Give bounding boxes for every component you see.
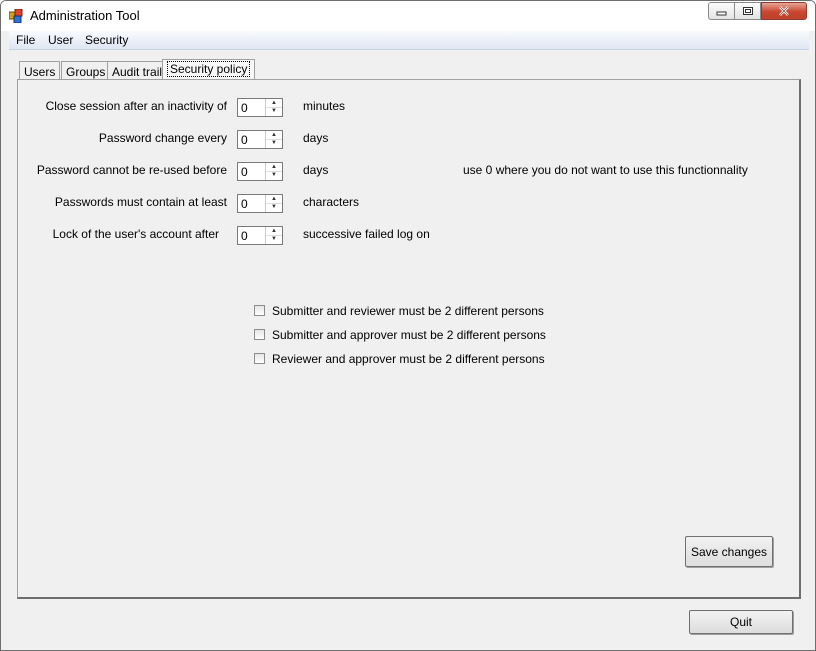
spin-down-icon[interactable]: ▼ <box>266 235 282 243</box>
tab-users[interactable]: Users <box>19 61 61 79</box>
app-icon <box>9 9 23 23</box>
minimize-button[interactable] <box>708 2 735 20</box>
main-area: Users Groups Audit trail Security policy… <box>9 50 809 643</box>
checkbox-label[interactable]: Reviewer and approver must be 2 differen… <box>272 352 545 366</box>
inactivity-unit: minutes <box>303 99 346 113</box>
password-reuse-label: Password cannot be re-used before <box>36 163 227 177</box>
spinner-value: 0 <box>241 133 248 147</box>
tab-groups[interactable]: Groups <box>61 61 111 79</box>
maximize-button[interactable] <box>734 2 761 20</box>
spin-down-icon[interactable]: ▼ <box>266 171 282 179</box>
maximize-icon <box>742 7 753 15</box>
tab-label: Users <box>24 65 56 79</box>
spinner-value: 0 <box>241 165 248 179</box>
app-window: Administration Tool File User Security U… <box>0 0 816 651</box>
password-change-unit: days <box>303 131 329 145</box>
tab-label: Security policy <box>167 61 251 77</box>
spinner-value: 0 <box>241 229 248 243</box>
account-lock-spinner[interactable]: 0 ▲ ▼ <box>237 226 283 245</box>
zero-hint-text: use 0 where you do not want to use this … <box>463 163 748 177</box>
password-reuse-unit: days <box>303 163 329 177</box>
spinner-buttons: ▲ ▼ <box>265 227 282 244</box>
password-length-spinner[interactable]: 0 ▲ ▼ <box>237 194 283 213</box>
save-changes-button[interactable]: Save changes <box>685 536 773 567</box>
spinner-buttons: ▲ ▼ <box>265 99 282 116</box>
quit-button[interactable]: Quit <box>689 610 793 634</box>
checkbox-label[interactable]: Submitter and approver must be 2 differe… <box>272 328 546 342</box>
window-title: Administration Tool <box>30 8 140 23</box>
password-length-unit: characters <box>303 195 360 209</box>
tab-audit-trail[interactable]: Audit trail <box>107 61 168 79</box>
password-change-label: Password change every <box>98 131 227 145</box>
spin-down-icon[interactable]: ▼ <box>266 203 282 211</box>
title-bar[interactable]: Administration Tool <box>1 1 815 31</box>
password-reuse-spinner[interactable]: 0 ▲ ▼ <box>237 162 283 181</box>
tab-security-policy[interactable]: Security policy <box>162 59 256 80</box>
inactivity-label: Close session after an inactivity of <box>45 99 227 113</box>
spinner-buttons: ▲ ▼ <box>265 163 282 180</box>
menu-user[interactable]: User <box>48 33 73 47</box>
menu-security[interactable]: Security <box>85 33 128 47</box>
close-icon <box>779 6 789 16</box>
menu-bar: File User Security <box>9 31 809 50</box>
spinner-value: 0 <box>241 101 248 115</box>
spinner-buttons: ▲ ▼ <box>265 195 282 212</box>
account-lock-unit: successive failed log on <box>303 227 430 241</box>
tab-label: Groups <box>66 65 106 79</box>
checkbox-label[interactable]: Submitter and reviewer must be 2 differe… <box>272 304 544 318</box>
checkbox-box[interactable] <box>254 329 265 340</box>
minimize-icon <box>716 11 726 16</box>
spinner-buttons: ▲ ▼ <box>265 131 282 148</box>
spinner-value: 0 <box>241 197 248 211</box>
checkbox-box[interactable] <box>254 353 265 364</box>
checkbox-box[interactable] <box>254 305 265 316</box>
tab-label: Audit trail <box>112 65 163 79</box>
password-length-label: Passwords must contain at least <box>54 195 227 209</box>
inactivity-spinner[interactable]: 0 ▲ ▼ <box>237 98 283 117</box>
security-policy-panel: Close session after an inactivity of 0 ▲… <box>17 79 801 599</box>
password-change-spinner[interactable]: 0 ▲ ▼ <box>237 130 283 149</box>
spin-down-icon[interactable]: ▼ <box>266 139 282 147</box>
account-lock-label: Lock of the user's account after <box>52 227 219 241</box>
spin-down-icon[interactable]: ▼ <box>266 107 282 115</box>
close-button[interactable] <box>761 2 807 20</box>
menu-file[interactable]: File <box>16 33 35 47</box>
